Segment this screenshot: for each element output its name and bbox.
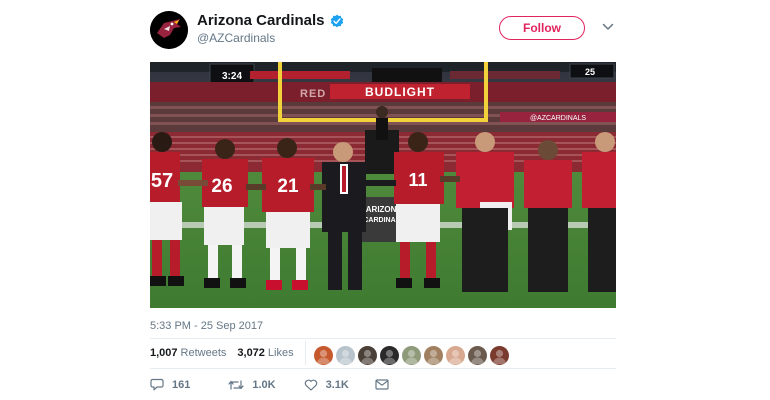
liker-avatar-9[interactable]: [490, 346, 509, 365]
jersey-number: 26: [211, 176, 232, 197]
scoreboard-right: 25: [585, 67, 595, 77]
reply-icon[interactable]: [150, 378, 164, 391]
stadium-photo-image: 3:24 25 RED ZONE BUDLIGHT: [150, 62, 616, 308]
like-action[interactable]: 3.1K: [304, 379, 349, 391]
retweet-action[interactable]: 1.0K: [228, 379, 276, 391]
avatar[interactable]: [150, 11, 188, 49]
retweets-count[interactable]: 1,007: [150, 347, 178, 359]
divider: [150, 338, 616, 339]
coach: [456, 132, 514, 292]
tweet-photo[interactable]: 3:24 25 RED ZONE BUDLIGHT: [150, 62, 616, 308]
liker-avatar-1[interactable]: [314, 346, 333, 365]
likes-count[interactable]: 3,072: [237, 347, 265, 359]
account-name[interactable]: Arizona Cardinals: [197, 12, 344, 29]
liker-avatar-2[interactable]: [336, 346, 355, 365]
liker-avatar-4[interactable]: [380, 346, 399, 365]
chevron-down-icon[interactable]: [602, 22, 614, 32]
jersey-number: 21: [277, 176, 299, 197]
jersey-number: 11: [408, 170, 427, 190]
like-count[interactable]: 3.1K: [326, 379, 349, 391]
reply-count[interactable]: 161: [172, 379, 190, 391]
account-handle[interactable]: @AZCardinals: [197, 31, 275, 45]
retweets-label[interactable]: Retweets: [181, 347, 227, 359]
tweet-actions: 161 1.0K 3.1K: [150, 378, 389, 391]
liker-avatar-3[interactable]: [358, 346, 377, 365]
follow-button[interactable]: Follow: [499, 16, 585, 40]
liker-avatar-8[interactable]: [468, 346, 487, 365]
jersey-number: 57: [151, 170, 173, 192]
verified-badge-icon: [330, 14, 343, 27]
heart-icon[interactable]: [304, 379, 318, 391]
ribbon-text: @AZCARDINALS: [530, 115, 586, 122]
tweet-card: Arizona Cardinals @AZCardinals Follow 3:…: [150, 0, 616, 400]
liker-avatar-5[interactable]: [402, 346, 421, 365]
tweet-timestamp[interactable]: 5:33 PM - 25 Sep 2017: [150, 320, 263, 332]
liker-avatar-7[interactable]: [446, 346, 465, 365]
cardinal-logo-icon: [150, 11, 188, 49]
scoreboard-left: 3:24: [222, 71, 242, 82]
banner-text: BUDLIGHT: [365, 85, 435, 99]
liker-avatars: [314, 346, 509, 365]
message-action[interactable]: [375, 379, 389, 390]
envelope-icon[interactable]: [375, 379, 389, 390]
reply-action[interactable]: 161: [150, 378, 190, 391]
tweet-stats: 1,007 Retweets 3,072 Likes: [150, 347, 294, 359]
retweet-icon[interactable]: [228, 379, 244, 391]
retweet-count[interactable]: 1.0K: [252, 379, 275, 391]
divider: [150, 368, 616, 369]
likes-label[interactable]: Likes: [268, 347, 294, 359]
stats-separator: [305, 341, 306, 365]
liker-avatar-6[interactable]: [424, 346, 443, 365]
account-name-text[interactable]: Arizona Cardinals: [197, 12, 325, 29]
staff-member: [524, 140, 572, 292]
